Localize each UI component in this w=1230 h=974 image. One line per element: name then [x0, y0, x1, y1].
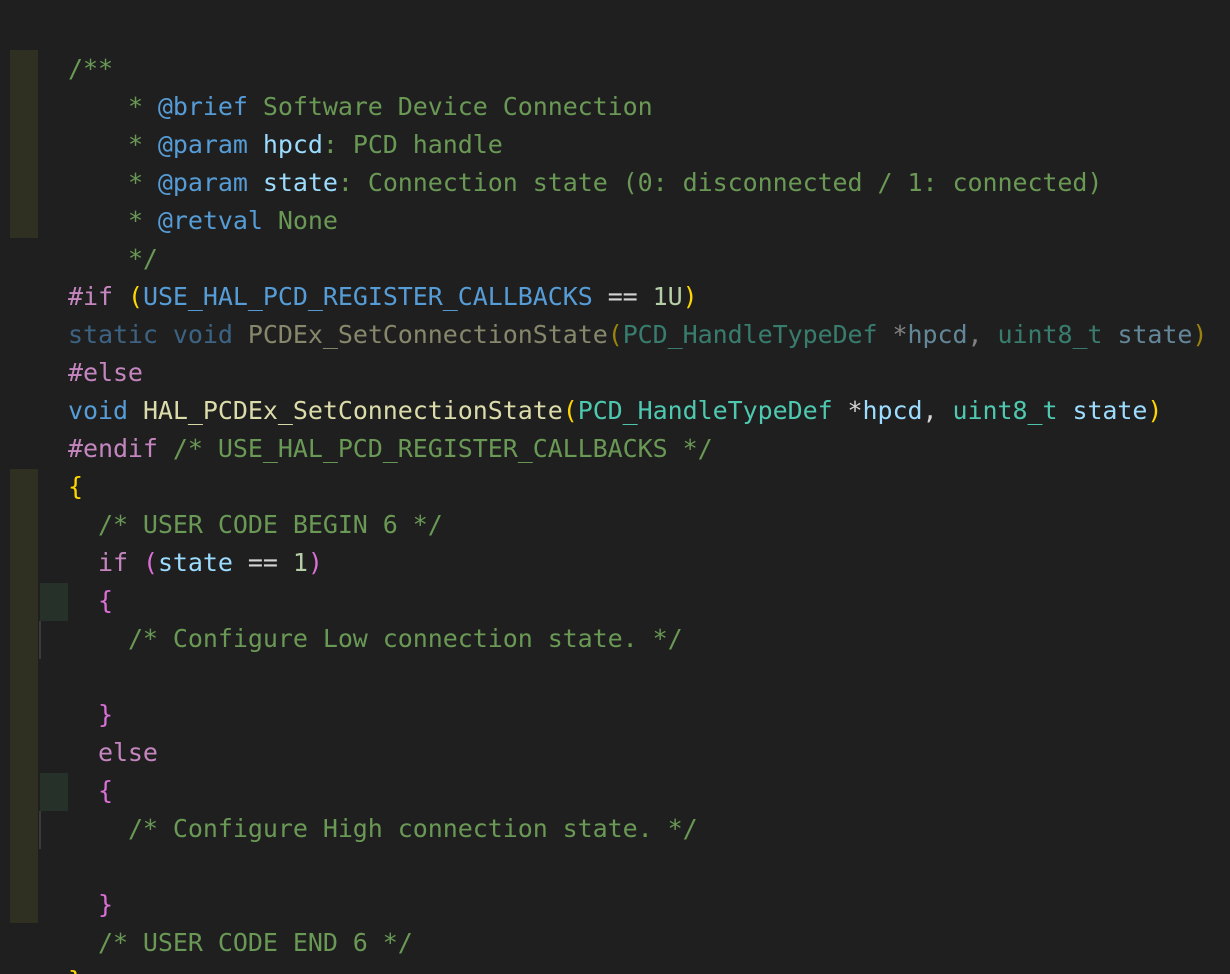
code-line-1[interactable]: /** [8, 12, 113, 83]
code-line-7[interactable]: #if (USE_HAL_PCD_REGISTER_CALLBACKS == 1… [8, 240, 698, 311]
paren-close: ) [1192, 320, 1208, 349]
pointer-op: * [877, 320, 908, 349]
variable: state [157, 548, 233, 577]
param-name: state [1072, 396, 1148, 425]
param-name: hpcd [907, 320, 968, 349]
code-line-23[interactable]: } [8, 848, 113, 919]
number-literal: 1 [292, 548, 308, 577]
code-editor[interactable]: /** * @brief Software Device Connection … [0, 0, 1230, 974]
code-line-3[interactable]: * @param hpcd: PCD handle [8, 88, 503, 159]
doc-comment-text: : Connection state (0: disconnected / 1:… [337, 168, 1103, 197]
paren-open: ( [607, 320, 623, 349]
code-line-10[interactable]: void HAL_PCDEx_SetConnectionState(PCD_Ha… [8, 354, 1163, 425]
comment: /* USE_HAL_PCD_REGISTER_CALLBACKS */ [157, 434, 713, 463]
code-line-4[interactable]: * @param state: Connection state (0: dis… [8, 126, 1103, 197]
code-line-13[interactable]: /* USER CODE BEGIN 6 */ [8, 468, 443, 539]
type-name: PCD_HandleTypeDef [622, 320, 878, 349]
comment: /* USER CODE END 6 */ [97, 928, 413, 957]
comment: /* Configure Low connection state. */ [127, 624, 683, 653]
code-line-11[interactable]: #endif /* USE_HAL_PCD_REGISTER_CALLBACKS… [8, 392, 713, 463]
code-line-24[interactable]: /* USER CODE END 6 */ [8, 886, 413, 957]
code-line-5[interactable]: * @retval None [8, 164, 338, 235]
code-line-8[interactable]: static void PCDEx_SetConnectionState(PCD… [8, 278, 1207, 349]
param-name: hpcd [862, 396, 923, 425]
paren-close: ) [1147, 396, 1163, 425]
pointer-op: * [832, 396, 863, 425]
type-name: uint8_t [997, 320, 1103, 349]
code-line-19[interactable]: else [8, 696, 158, 767]
code-line-21[interactable]: /* Configure High connection state. */ [8, 772, 698, 843]
code-line-20[interactable]: { [8, 734, 113, 805]
keyword-void: void [172, 320, 233, 349]
function-name: PCDEx_SetConnectionState [247, 320, 608, 349]
code-line-16[interactable]: /* Configure Low connection state. */ [8, 582, 683, 653]
comment: /* Configure High connection state. */ [127, 814, 698, 843]
brace-close: } [68, 966, 83, 974]
code-line-25[interactable]: } [8, 924, 83, 974]
doc-comment-text: None [262, 206, 338, 235]
code-line-14[interactable]: if (state == 1) [8, 506, 323, 577]
param-name: state [1117, 320, 1193, 349]
code-line-9[interactable]: #else [8, 316, 143, 387]
code-line-6[interactable]: */ [8, 202, 158, 273]
comma: , [967, 320, 998, 349]
code-line-15[interactable]: { [8, 544, 113, 615]
comma: , [922, 396, 953, 425]
code-line-12[interactable]: { [8, 430, 83, 501]
operator: == [232, 548, 293, 577]
paren-open: ( [142, 548, 158, 577]
code-line-18[interactable]: } [8, 658, 113, 729]
type-name: uint8_t [952, 396, 1058, 425]
doc-tag-retval: @retval [157, 206, 263, 235]
paren-close: ) [307, 548, 323, 577]
code-line-2[interactable]: * @brief Software Device Connection [8, 50, 653, 121]
